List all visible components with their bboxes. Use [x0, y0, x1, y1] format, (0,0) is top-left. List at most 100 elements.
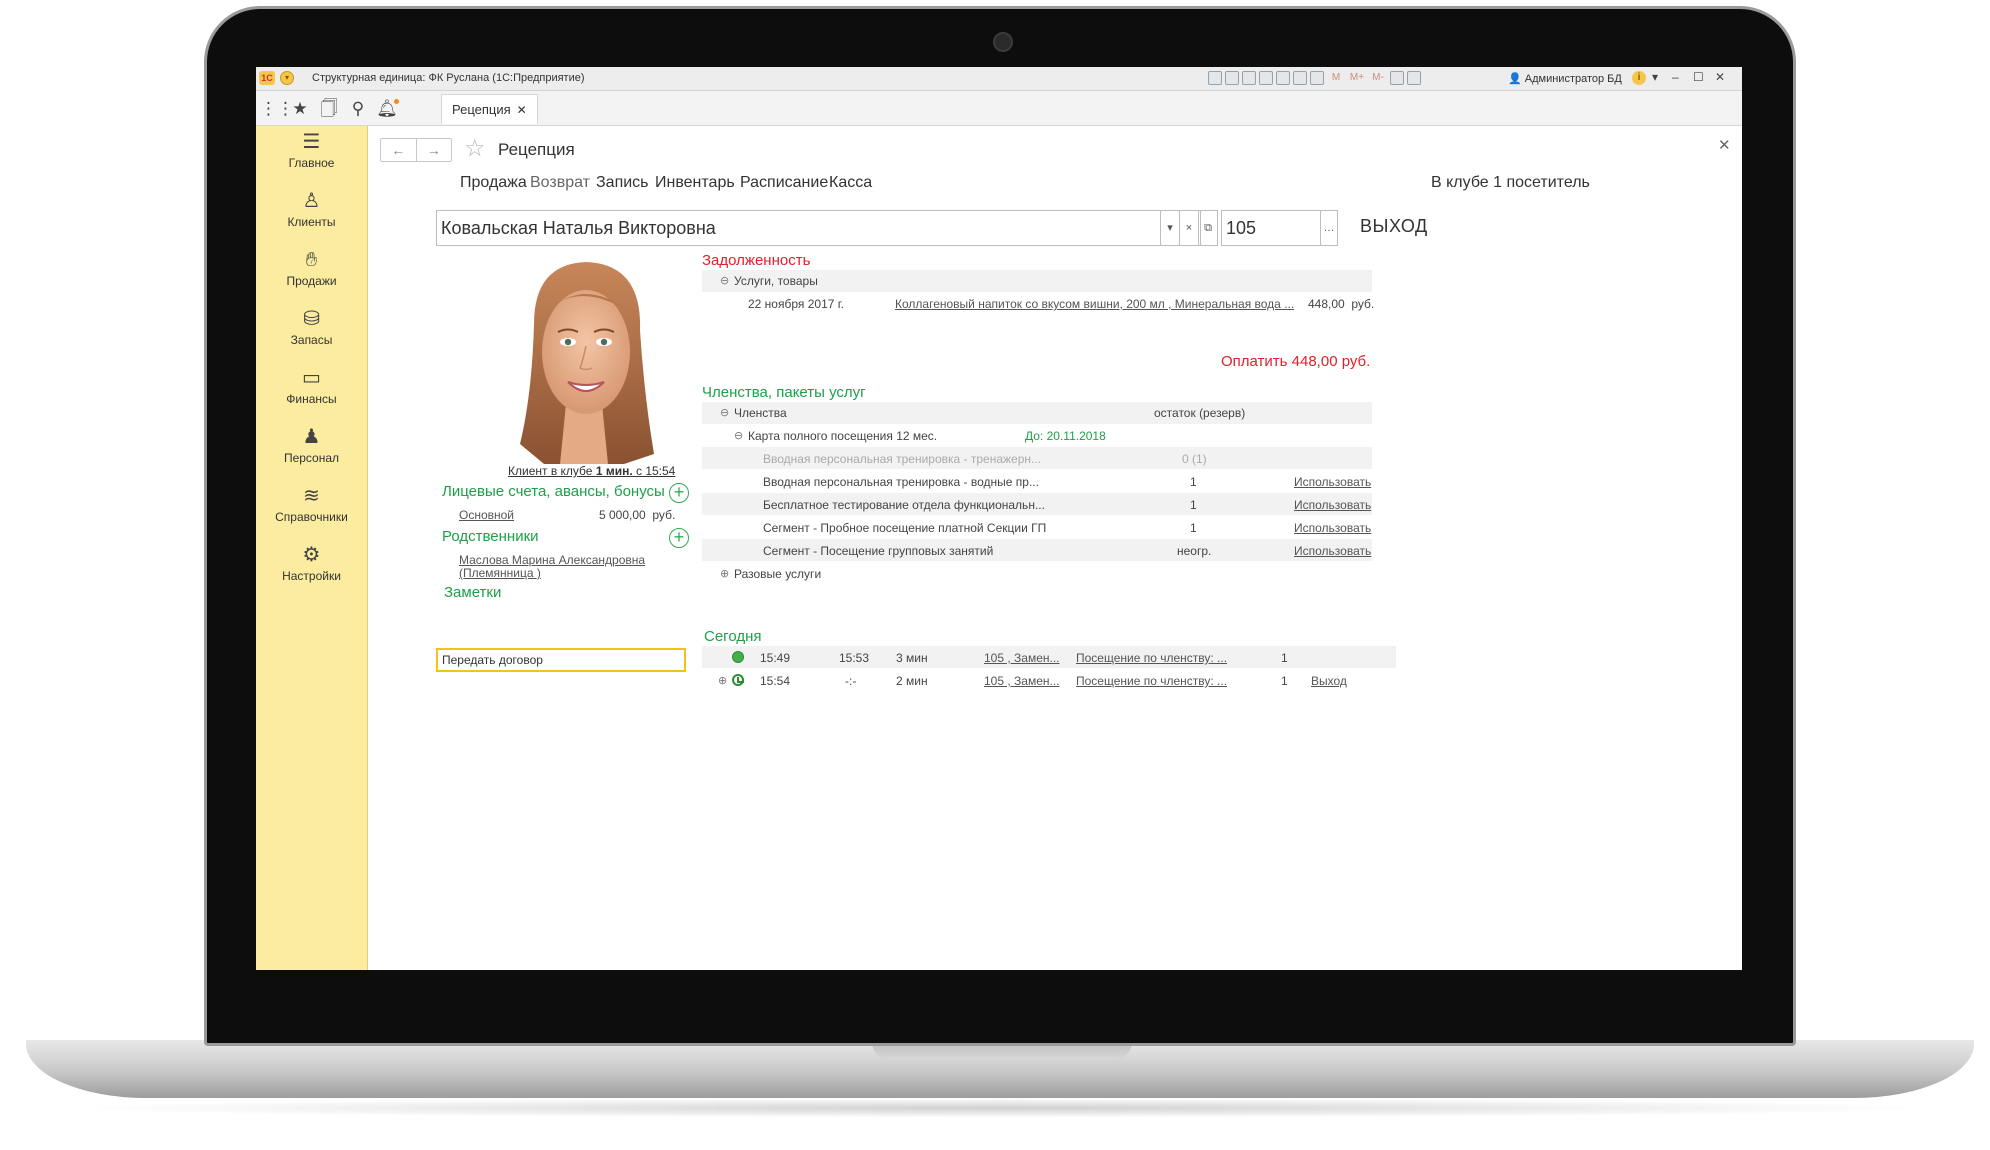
membership-service-name: Сегмент - Посещение групповых занятий [763, 544, 994, 558]
history-nav: ← → [380, 138, 452, 162]
card-number-field[interactable]: 105 [1221, 210, 1321, 246]
client-clear-icon[interactable]: × [1179, 210, 1199, 246]
sidebar-item-main[interactable]: ☰ Главное [256, 130, 367, 170]
favorite-star-icon[interactable]: ☆ [464, 136, 486, 162]
membership-service-name: Вводная персональная тренировка - тренаж… [763, 452, 1042, 466]
close-form-icon[interactable]: ✕ [1718, 136, 1731, 154]
main-menu-dropdown-icon[interactable]: ▾ [280, 71, 294, 85]
nav-schedule[interactable]: Расписание [740, 174, 828, 192]
expand-icon[interactable]: ⊕ [720, 567, 729, 580]
minimize-icon[interactable]: – [1672, 70, 1679, 84]
collapse-icon[interactable]: ⊖ [734, 429, 743, 442]
use-service-link[interactable]: Использовать [1294, 544, 1371, 558]
relative-name-link[interactable]: Маслова Марина Александровна [459, 553, 645, 567]
add-account-button[interactable]: + [669, 483, 689, 503]
sidebar-item-sales[interactable]: ✋︎ Продажи [256, 248, 367, 288]
sales-icon: ✋︎ [305, 249, 318, 271]
expand-icon[interactable]: ⊕ [718, 674, 727, 687]
user-name: Администратор БД [1524, 73, 1622, 85]
close-window-icon[interactable]: ✕ [1715, 70, 1725, 84]
debt-items-link[interactable]: Коллагеновый напиток со вкусом вишни, 20… [895, 297, 1294, 311]
visit-type-link[interactable]: Посещение по членству: ... [1076, 651, 1227, 665]
client-in-club-status[interactable]: Клиент в клубе 1 мин. с 15:54 [508, 464, 675, 478]
visit-duration: 3 мин [896, 651, 928, 665]
sidebar-item-catalogs[interactable]: ≋ Справочники [256, 484, 367, 524]
memory-m-icon[interactable]: M [1327, 71, 1345, 85]
nav-inventory[interactable]: Инвентарь [655, 174, 735, 192]
membership-service-qty: 1 [1190, 521, 1197, 535]
tab-reception[interactable]: Рецепция ✕ [441, 94, 538, 124]
panel-icon[interactable] [1407, 71, 1421, 85]
print-icon[interactable] [1225, 71, 1239, 85]
nav-sale[interactable]: Продажа [460, 174, 527, 192]
window-menu-icon[interactable]: ▾ [1652, 70, 1658, 84]
memory-plus-icon[interactable]: M+ [1348, 71, 1366, 85]
membership-service-name: Сегмент - Пробное посещение платной Секц… [763, 521, 1047, 535]
debt-date: 22 ноября 2017 г. [748, 297, 844, 311]
maximize-icon[interactable]: ☐ [1693, 70, 1704, 84]
copy-icon[interactable] [1276, 71, 1290, 85]
notes-input[interactable]: Передать договор [436, 648, 686, 672]
save-icon[interactable] [1208, 71, 1222, 85]
client-dropdown-icon[interactable]: ▾ [1160, 210, 1180, 246]
debt-amount: 448,00 руб. [1308, 297, 1375, 311]
collapse-icon[interactable]: ⊖ [720, 406, 729, 419]
use-service-link[interactable]: Использовать [1294, 498, 1371, 512]
forward-arrow-icon[interactable]: → [415, 139, 452, 161]
menu-icon: ☰ [302, 131, 321, 153]
apps-grid-icon[interactable]: ⋮⋮ [260, 98, 294, 120]
sidebar-item-finance[interactable]: ▭ Финансы [256, 366, 367, 406]
membership-service-qty: неогр. [1177, 544, 1212, 558]
search-icon[interactable]: ⚲ [347, 98, 369, 120]
info-icon[interactable]: i [1632, 71, 1646, 85]
gear-icon: ⚙ [302, 544, 321, 566]
collapse-icon[interactable]: ⊖ [720, 274, 729, 287]
nav-booking[interactable]: Запись [596, 174, 649, 192]
zoom-icon[interactable] [1390, 71, 1404, 85]
visit-exit-link[interactable]: Выход [1311, 674, 1347, 688]
sidebar-item-clients[interactable]: ♙ Клиенты [256, 189, 367, 229]
history-icon[interactable]: 🗍 [318, 98, 340, 120]
app-toolbar: ⋮⋮ ★ 🗍 ⚲ 🔔︎ Рецепция ✕ [256, 91, 1742, 126]
back-arrow-icon[interactable]: ← [381, 139, 416, 161]
nav-cashbox[interactable]: Касса [829, 174, 872, 192]
memberships-title: Членства, пакеты услуг [702, 384, 866, 401]
membership-service-name: Бесплатное тестирование отдела функциона… [763, 498, 1045, 512]
app-logo-icon: 1C [259, 71, 275, 85]
sidebar-item-staff[interactable]: ♟ Персонал [256, 425, 367, 465]
debt-title: Задолженность [702, 252, 811, 269]
nav-return[interactable]: Возврат [530, 174, 590, 192]
send-icon[interactable] [1259, 71, 1273, 85]
visit-card-link[interactable]: 105 , Замен... [984, 651, 1060, 665]
relative-role[interactable]: (Племянница ) [459, 566, 541, 580]
sidebar-item-settings[interactable]: ⚙ Настройки [256, 543, 367, 583]
memory-minus-icon[interactable]: M- [1369, 71, 1387, 85]
memberships-group-label: Членства [734, 406, 787, 420]
visit-completed-icon [732, 651, 744, 663]
visit-type-link[interactable]: Посещение по членству: ... [1076, 674, 1227, 688]
use-service-link[interactable]: Использовать [1294, 475, 1371, 489]
calendar-icon[interactable] [1310, 71, 1324, 85]
client-open-icon[interactable]: ⧉ [1198, 210, 1218, 246]
add-relative-button[interactable]: + [669, 528, 689, 548]
page-title: Рецепция [498, 140, 575, 159]
clients-icon: ♙ [302, 190, 321, 212]
account-main-link[interactable]: Основной [459, 508, 514, 522]
card-select-button[interactable]: … [1320, 210, 1338, 246]
client-field[interactable]: Ковальская Наталья Викторовна [436, 210, 1201, 246]
preview-icon[interactable] [1242, 71, 1256, 85]
table-icon[interactable] [1293, 71, 1307, 85]
exit-button[interactable]: ВЫХОД [1360, 216, 1428, 237]
tab-close-icon[interactable]: ✕ [517, 103, 527, 117]
layers-icon: ≋ [303, 485, 320, 507]
use-service-link[interactable]: Использовать [1294, 521, 1371, 535]
visit-card-link[interactable]: 105 , Замен... [984, 674, 1060, 688]
user-menu[interactable]: 👤 Администратор БД [1508, 72, 1622, 85]
pay-link[interactable]: Оплатить 448,00 руб. [1221, 353, 1370, 370]
sidebar-item-stock[interactable]: ⛁ Запасы [256, 307, 367, 347]
staff-icon: ♟ [302, 426, 321, 448]
favorites-star-icon[interactable]: ★ [289, 98, 311, 120]
accounts-title: Лицевые счета, авансы, бонусы [442, 483, 665, 500]
relatives-title: Родственники [442, 528, 539, 545]
laptop-shadow [60, 1098, 1940, 1118]
